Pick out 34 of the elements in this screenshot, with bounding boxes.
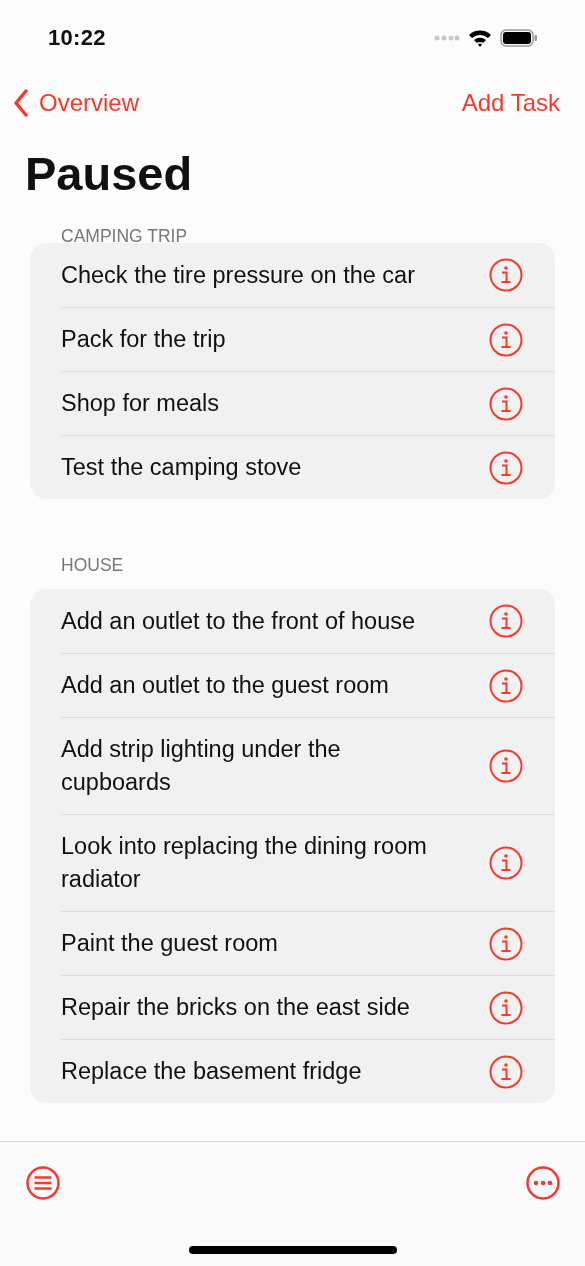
info-icon[interactable] — [489, 386, 523, 421]
section-header: HOUSE — [60, 554, 125, 577]
task-title[interactable]: Shop for meals — [61, 372, 220, 435]
section-header: CAMPING TRIP — [60, 225, 189, 243]
chevron-left-icon — [13, 89, 29, 117]
task-title[interactable]: Add an outlet to the front of house — [61, 589, 416, 653]
more-icon[interactable] — [526, 1166, 560, 1200]
task-title[interactable]: Repair the bricks on the east side — [61, 976, 410, 1039]
wifi-icon — [468, 28, 492, 47]
task-title[interactable]: Paint the guest room — [61, 912, 278, 975]
info-icon[interactable] — [489, 926, 523, 961]
status-time: 10:22 — [48, 24, 106, 51]
info-icon[interactable] — [489, 258, 523, 292]
task-title[interactable]: Test the camping stove — [61, 436, 302, 499]
page-title: Paused — [24, 146, 194, 202]
info-icon[interactable] — [489, 749, 523, 783]
back-button[interactable]: Overview — [13, 89, 140, 117]
info-icon[interactable] — [489, 604, 523, 638]
signal-icon — [434, 34, 460, 41]
task-title[interactable]: Check the tire pressure on the car — [61, 243, 415, 307]
task-title[interactable]: Add an outlet to the guest room — [61, 654, 389, 717]
info-icon[interactable] — [489, 1054, 523, 1089]
task-title[interactable]: Replace the basement fridge — [61, 1040, 362, 1103]
info-icon[interactable] — [489, 846, 523, 880]
list-icon[interactable] — [26, 1166, 60, 1200]
task-title[interactable]: Look into replacing the dining room radiator — [61, 815, 456, 911]
add-task-button[interactable]: Add Task — [461, 89, 560, 117]
info-icon[interactable] — [489, 668, 523, 703]
info-icon[interactable] — [489, 322, 523, 357]
task-title[interactable]: Add strip lighting under the cupboards — [61, 718, 456, 814]
task-title[interactable]: Pack for the trip — [61, 308, 226, 371]
info-icon[interactable] — [489, 990, 523, 1025]
info-icon[interactable] — [489, 450, 523, 485]
battery-icon — [500, 28, 538, 47]
